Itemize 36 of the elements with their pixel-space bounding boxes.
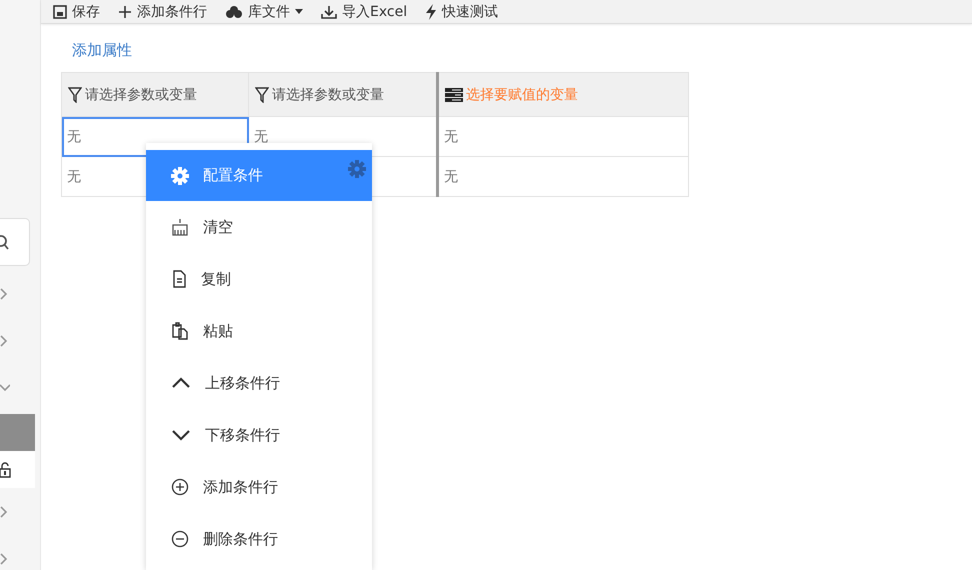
chevron-up-icon [171, 377, 191, 389]
table-cell[interactable]: 无 [438, 156, 688, 196]
plus-icon [118, 4, 132, 18]
broom-icon [171, 218, 189, 236]
table-cell[interactable]: 无 [438, 116, 688, 156]
minus-circle-icon [171, 530, 189, 548]
chevron-down-icon [171, 429, 191, 441]
toolbar-button[interactable]: 导入Excel [321, 2, 408, 20]
lock-icon [0, 462, 12, 478]
save-icon [53, 4, 67, 18]
add-attribute-link[interactable]: 添加属性 [72, 41, 132, 60]
search-field[interactable] [0, 218, 30, 266]
toolbar-button[interactable]: 保存 [53, 2, 100, 20]
toolbar-button[interactable]: 快速测试 [425, 2, 498, 20]
filter-icon [255, 86, 269, 102]
menu-item[interactable]: 下移条件行 [146, 409, 372, 461]
menu-item[interactable]: 清空 [146, 201, 372, 253]
clipboard-icon [171, 322, 189, 340]
table-cell[interactable]: 无 [62, 116, 248, 156]
plus-circle-icon [171, 478, 189, 496]
toolbar-button[interactable]: 库文件 [225, 2, 303, 20]
menu-item[interactable]: 添加条件行 [146, 461, 372, 513]
add-row-button[interactable]: 添加条件行 [118, 2, 207, 20]
bolt-icon [425, 4, 438, 20]
gear-icon [348, 160, 366, 178]
menu-item[interactable]: 粘贴 [146, 305, 372, 357]
menu-item[interactable]: 复制 [146, 253, 372, 305]
column-header[interactable]: 请选择参数或变量 [248, 72, 438, 116]
menu-item[interactable]: 删除条件行 [146, 513, 372, 565]
menu-item[interactable]: 上移条件行 [146, 357, 372, 409]
filter-icon [68, 86, 82, 102]
download-icon [321, 4, 337, 18]
server-icon [445, 88, 463, 102]
column-header[interactable]: 请选择参数或变量 [62, 72, 248, 116]
gear-icon [171, 166, 189, 184]
document-icon [171, 270, 187, 288]
